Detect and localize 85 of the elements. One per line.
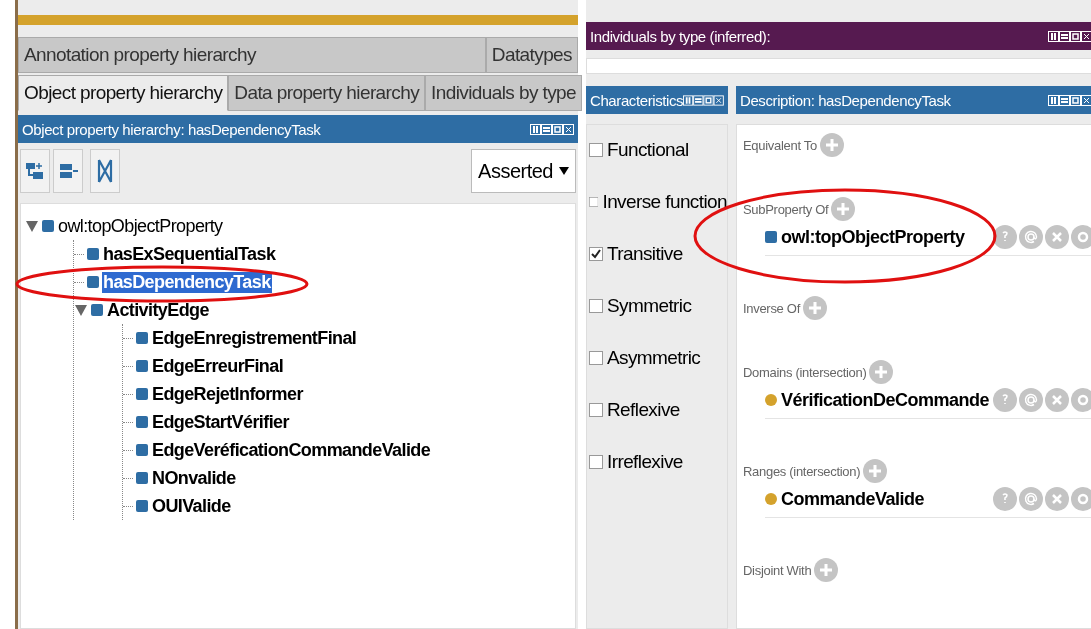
window-controls-icon[interactable] [1048, 94, 1091, 106]
property-icon [136, 472, 148, 484]
mode-dropdown[interactable]: Asserted [471, 149, 576, 193]
delete-cross-icon [95, 157, 115, 185]
add-icon[interactable] [814, 558, 839, 582]
property-icon [87, 248, 99, 260]
add-subproperty-button[interactable] [20, 149, 50, 193]
view-title: Object property hierarchy: hasDependencyTask [22, 120, 321, 138]
add-icon[interactable] [831, 197, 856, 221]
tree-item[interactable]: OUIValide [151, 495, 232, 517]
section-title: Inverse Of [743, 300, 800, 316]
edit-icon[interactable] [1071, 225, 1091, 249]
tree-item[interactable]: EdgeVeréficationCommandeValide [151, 439, 432, 461]
tree-item[interactable]: EdgeStartVérifier [151, 411, 290, 433]
annotate-icon[interactable] [1019, 487, 1044, 511]
add-icon[interactable] [802, 296, 827, 320]
edit-icon[interactable] [1071, 388, 1091, 412]
view-title: Characteristics [590, 91, 684, 109]
window-controls-icon[interactable] [1048, 30, 1091, 42]
add-icon[interactable] [869, 360, 894, 384]
checkbox-label: Transitive [607, 243, 683, 265]
property-icon [136, 360, 148, 372]
edit-icon[interactable] [1071, 487, 1091, 511]
view-title: Description: hasDependencyTask [740, 91, 951, 109]
property-icon [42, 220, 54, 232]
tab[interactable]: Individuals by type [425, 75, 582, 111]
window-controls-icon[interactable] [530, 123, 574, 135]
property-icon [136, 444, 148, 456]
section-title: Ranges (intersection) [743, 463, 861, 479]
property-icon [136, 416, 148, 428]
tree-item[interactable]: NOnvalide [151, 467, 237, 489]
entity-label: VérificationDeCommande [781, 389, 990, 411]
tab[interactable]: Annotation property hierarchy [18, 37, 486, 73]
delete-icon[interactable] [1045, 225, 1070, 249]
section-title: SubProperty Of [743, 201, 829, 217]
entity-label: owl:topObjectProperty [781, 226, 966, 248]
section-title: Disjoint With [743, 562, 812, 578]
hierarchy-add-icon [24, 160, 46, 182]
expanded-triangle-icon[interactable] [25, 219, 39, 233]
tab[interactable]: Data property hierarchy [228, 75, 426, 111]
entity-label: CommandeValide [781, 488, 926, 510]
delete-icon[interactable] [1045, 487, 1070, 511]
checkbox-label: Irreflexive [607, 451, 683, 473]
checkbox[interactable] [589, 299, 603, 313]
view-title: Individuals by type (inferred): [590, 27, 771, 45]
tree-item[interactable]: EdgeErreurFinal [151, 355, 285, 377]
property-icon [765, 231, 777, 243]
tree-item[interactable]: EdgeRejetInformer [151, 383, 304, 405]
property-icon [136, 500, 148, 512]
tree-item[interactable]: owl:topObjectProperty [57, 215, 224, 237]
checkbox-label: Functional [607, 139, 689, 161]
class-icon [765, 493, 777, 505]
delete-button[interactable] [90, 149, 120, 193]
tab[interactable]: Datatypes [485, 37, 578, 73]
add-icon[interactable] [863, 459, 888, 483]
property-icon [87, 276, 99, 288]
checkbox-label: Symmetric [607, 295, 692, 317]
class-icon [765, 394, 777, 406]
section-title: Domains (intersection) [743, 364, 867, 380]
expanded-triangle-icon[interactable] [74, 303, 88, 317]
delete-icon[interactable] [1045, 388, 1070, 412]
annotate-icon[interactable] [1019, 388, 1044, 412]
add-sibling-button[interactable] [53, 149, 83, 193]
checkbox[interactable] [589, 455, 603, 469]
tree-item[interactable]: ActivityEdge [106, 299, 210, 321]
tree-item[interactable]: hasDependencyTask [102, 271, 272, 293]
tree-item[interactable]: hasExSequentialTask [102, 243, 277, 265]
checkbox[interactable] [589, 351, 603, 365]
add-icon[interactable] [819, 133, 844, 157]
checkbox[interactable] [589, 143, 603, 157]
checkbox-label: Asymmetric [607, 347, 701, 369]
checkbox-label: Inverse function [602, 191, 727, 213]
checkbox[interactable] [589, 247, 603, 261]
checkbox[interactable] [589, 403, 603, 417]
property-icon [136, 332, 148, 344]
help-icon[interactable] [993, 225, 1018, 249]
checkbox[interactable] [589, 195, 599, 209]
tree-item[interactable]: EdgeEnregistrementFinal [151, 327, 358, 349]
checkbox-label: Reflexive [607, 399, 680, 421]
tab[interactable]: Object property hierarchy [18, 75, 229, 111]
window-controls-icon[interactable] [683, 94, 724, 106]
dropdown-caret-icon [559, 167, 569, 175]
section-title: Equivalent To [743, 137, 817, 153]
property-icon [136, 388, 148, 400]
property-icon [91, 304, 103, 316]
